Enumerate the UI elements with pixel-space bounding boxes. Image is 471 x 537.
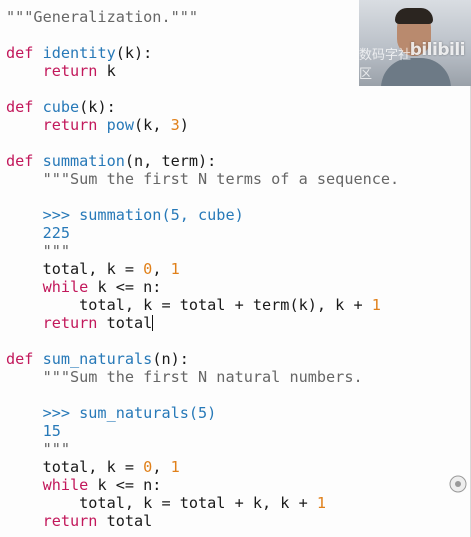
code-token: """Sum the first N natural numbers. [6, 368, 363, 386]
code-token: 3 [170, 116, 180, 134]
code-token: while [6, 476, 98, 494]
code-line[interactable]: """ [6, 242, 399, 260]
code-token: def [6, 350, 43, 368]
code-line[interactable]: total, k = 0, 1 [6, 260, 399, 278]
record-icon [449, 475, 467, 493]
code-token: k [106, 62, 116, 80]
code-token: ) [179, 116, 189, 134]
code-token: summation [42, 152, 125, 170]
code-token: 0 [143, 260, 153, 278]
code-token: while [6, 278, 98, 296]
code-token: return [6, 512, 107, 530]
code-token: 1 [170, 260, 180, 278]
code-token: 1 [371, 296, 381, 314]
code-token: (k, [134, 116, 171, 134]
code-line[interactable]: 225 [6, 224, 399, 242]
code-line[interactable] [6, 386, 399, 404]
code-line[interactable] [6, 332, 399, 350]
code-token: k <= n: [97, 278, 162, 296]
code-line[interactable]: """Sum the first N terms of a sequence. [6, 170, 400, 188]
code-line[interactable]: def sum_naturals(n): [6, 350, 399, 368]
code-line[interactable]: return total [6, 314, 399, 332]
code-token: def [6, 44, 43, 62]
code-token: total [106, 314, 153, 332]
code-line[interactable] [6, 80, 399, 98]
code-token: k <= n: [97, 476, 162, 494]
code-token: total, k = total + term(k), k + [6, 296, 372, 314]
code-token: cube [42, 98, 80, 116]
code-token: total, k = [6, 260, 144, 278]
code-token: 1 [170, 458, 180, 476]
code-token: 0 [143, 458, 153, 476]
code-token: sum_naturals [42, 350, 153, 368]
code-token: """Generalization.""" [6, 8, 199, 26]
code-token: total, k = total + k, k + [6, 494, 317, 512]
code-line[interactable]: return total [6, 512, 399, 530]
code-token: def [6, 98, 43, 116]
code-token: return [6, 62, 107, 80]
code-line[interactable] [6, 26, 399, 44]
code-area[interactable]: """Generalization.""" def identity(k): r… [6, 8, 399, 530]
code-line[interactable]: total, k = total + k, k + 1 [6, 494, 399, 512]
code-line[interactable]: total, k = total + term(k), k + 1 [6, 296, 399, 314]
code-line[interactable]: return k [6, 62, 399, 80]
code-token: """ [6, 242, 71, 260]
code-line[interactable]: return pow(k, 3) [6, 116, 399, 134]
code-line[interactable]: """Sum the first N natural numbers. [6, 368, 399, 386]
code-token: 225 [6, 224, 71, 242]
code-token: total, k = [6, 458, 144, 476]
code-token: return [6, 116, 107, 134]
code-token: identity [42, 44, 116, 62]
code-token: pow [106, 116, 135, 134]
code-line[interactable]: while k <= n: [6, 476, 399, 494]
code-token: , [152, 260, 171, 278]
code-token: , [152, 458, 171, 476]
watermark-cn: 数码字社区 [359, 48, 412, 82]
code-line[interactable]: def summation(n, term): [6, 152, 399, 170]
code-token: 1 [316, 494, 327, 512]
text-cursor [152, 315, 154, 331]
code-line[interactable]: def identity(k): [6, 44, 399, 62]
code-token: 15 [6, 422, 61, 440]
code-token: (n, term): [124, 152, 217, 170]
code-token: """ [6, 440, 71, 458]
code-token: >>> summation(5, cube) [6, 206, 244, 224]
code-line[interactable]: while k <= n: [6, 278, 399, 296]
code-line[interactable]: 15 [6, 422, 399, 440]
bilibili-logo: bilibili [409, 40, 466, 60]
presenter-webcam: 数码字社区 bilibili [359, 0, 471, 86]
code-token: return [6, 314, 107, 332]
code-token: >>> sum_naturals(5) [6, 404, 217, 422]
code-line[interactable]: def cube(k): [6, 98, 399, 116]
code-token: (k): [79, 98, 116, 116]
code-token: total [106, 512, 153, 530]
code-line[interactable]: """ [6, 440, 399, 458]
code-line[interactable] [6, 188, 399, 206]
code-line[interactable]: >>> sum_naturals(5) [6, 404, 399, 422]
code-token: (k): [115, 44, 153, 62]
code-line[interactable]: >>> summation(5, cube) [6, 206, 399, 224]
code-token: def [6, 152, 43, 170]
code-token: (n): [152, 350, 189, 368]
code-token: """Sum the first N terms of a sequence. [6, 170, 400, 188]
code-line[interactable]: """Generalization.""" [6, 8, 399, 26]
code-line[interactable]: total, k = 0, 1 [6, 458, 399, 476]
code-line[interactable] [6, 134, 399, 152]
presenter-hair [395, 8, 433, 24]
